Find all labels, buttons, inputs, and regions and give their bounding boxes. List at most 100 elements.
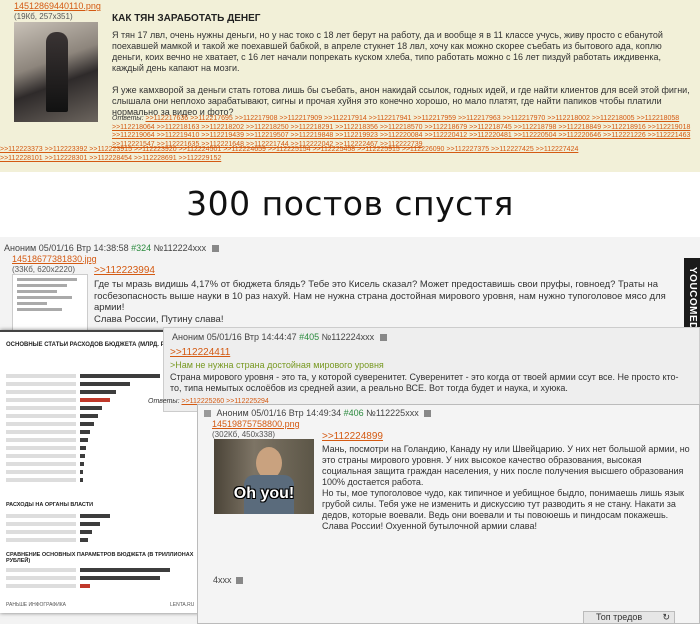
ig-bar xyxy=(80,446,86,450)
ig-row xyxy=(6,514,76,518)
post3-reply-link[interactable]: >>112224411 xyxy=(170,347,230,358)
ig-row xyxy=(6,414,76,418)
post3-menu-icon[interactable] xyxy=(379,334,387,342)
post4-header: Аноним 05/01/16 Втр 14:49:34 #406 №11222… xyxy=(204,408,432,418)
ig-row xyxy=(6,478,76,482)
post2-file-meta: (33Кб, 620x2220) xyxy=(12,265,76,274)
ig-bar xyxy=(80,422,94,426)
post3-quote: >Нам не нужна страна достойная мирового … xyxy=(170,360,384,370)
post2-reply-link[interactable]: >>112223994 xyxy=(94,265,155,276)
post4-text-3: Слава России! Охуенной бутылочной армии … xyxy=(322,521,537,531)
post3-text: Страна мирового уровня - это та, у котор… xyxy=(170,371,679,394)
ig-row xyxy=(6,462,76,466)
ig-row xyxy=(6,382,76,386)
ig-row xyxy=(6,470,76,474)
ig-bar xyxy=(80,576,160,580)
ig-bar xyxy=(80,470,83,474)
post2-number[interactable]: #324 xyxy=(131,243,151,253)
post2-menu-icon[interactable] xyxy=(211,245,219,253)
refresh-icon[interactable]: ↻ xyxy=(662,612,670,623)
op-replies-continued: >>112223373 >>112223392 >>112223915 >>11… xyxy=(0,146,600,163)
op-body-paragraph-2: Я уже камхворой за деньги стать готова л… xyxy=(112,85,690,117)
op-file-link[interactable]: 14512869440110.png xyxy=(14,1,101,11)
ig-bar xyxy=(80,522,100,526)
ig-bar xyxy=(80,478,83,482)
op-post: 14512869440110.png (19Кб, 257x351) КАК Т… xyxy=(0,0,700,172)
ig-bar xyxy=(80,406,102,410)
post4-checkbox[interactable] xyxy=(204,410,211,418)
post4-body: Мань, посмотри на Голандию, Канаду ну ил… xyxy=(322,444,692,532)
op-title: КАК ТЯН ЗАРАБОТАТЬ ДЕНЕГ xyxy=(112,13,261,24)
ig-row xyxy=(6,568,76,572)
top-threads-button[interactable]: Топ тредов ↻ xyxy=(583,611,675,624)
infographic-section-2: РАСХОДЫ НА ОРГАНЫ ВЛАСТИ xyxy=(6,502,94,508)
ig-row xyxy=(6,454,76,458)
post2-file-link[interactable]: 14518677381830.jpg xyxy=(12,254,97,264)
post4-file-link[interactable]: 14519875758800.png xyxy=(212,419,300,429)
hidden-post-fragment: 4xxx xyxy=(213,575,244,585)
post2-id[interactable]: №112224xxx xyxy=(154,243,207,253)
op-replies: Ответы: >>112217636 >>112217695 >>112217… xyxy=(112,115,692,149)
thumb-bar xyxy=(17,308,62,311)
post3-body: >Нам не нужна страна достойная мирового … xyxy=(170,360,690,395)
thumb-bar xyxy=(17,284,67,287)
ig-bar xyxy=(80,514,110,518)
ig-row xyxy=(6,406,76,410)
post3-id[interactable]: №112224xxx xyxy=(322,332,375,342)
op-replies-links-1[interactable]: >>112217636 >>112217695 >>112217908 >>11… xyxy=(112,115,690,148)
post4-menu-icon[interactable] xyxy=(424,410,432,418)
ig-row xyxy=(6,530,76,534)
thumb-bar xyxy=(17,290,57,293)
thumb-bar xyxy=(17,296,72,299)
ig-bar xyxy=(80,398,110,402)
post4-author: Аноним xyxy=(216,408,249,418)
infographic-section-3: СРАВНЕНИЕ ОСНОВНЫХ ПАРАМЕТРОВ БЮДЖЕТА (В… xyxy=(6,552,194,564)
ig-bar xyxy=(80,382,130,386)
post4-thumbnail[interactable]: Oh you! xyxy=(214,439,314,514)
post3-date: 05/01/16 Втр 14:44:47 xyxy=(206,332,297,342)
op-replies-links-2[interactable]: >>112223373 >>112223392 >>112223915 >>11… xyxy=(0,146,578,162)
ig-bar xyxy=(80,430,90,434)
ig-row xyxy=(6,522,76,526)
infographic-title: ОСНОВНЫЕ СТАТЬИ РАСХОДОВ БЮДЖЕТА (МЛРД. … xyxy=(6,342,177,348)
post2-text-2: Слава России, Путину слава! xyxy=(94,313,224,325)
ig-bar xyxy=(80,438,88,442)
op-file-meta: (19Кб, 257x351) xyxy=(14,12,73,21)
ig-bar xyxy=(80,374,160,378)
ig-row xyxy=(6,446,76,450)
post2-thumbnail[interactable] xyxy=(12,274,88,332)
op-replies-label: Ответы: xyxy=(112,115,144,122)
ig-row xyxy=(6,538,76,542)
op-file-info: 14512869440110.png (19Кб, 257x351) xyxy=(14,1,101,22)
thumb-caption: Oh you! xyxy=(233,485,295,502)
infographic-footer-left: РАНЬШЕ ИНФОГРАФИКА xyxy=(6,602,66,608)
ig-row xyxy=(6,390,76,394)
post4-number[interactable]: #406 xyxy=(344,408,364,418)
ig-row xyxy=(6,374,76,378)
post3-number[interactable]: #405 xyxy=(299,332,319,342)
hidden-post-id: 4xxx xyxy=(213,575,232,585)
ig-bar xyxy=(80,462,84,466)
ig-bar xyxy=(80,454,85,458)
ig-bar xyxy=(80,538,88,542)
ig-bar xyxy=(80,568,170,572)
ig-row xyxy=(6,584,76,588)
top-threads-label: Топ тредов xyxy=(596,612,643,622)
thumb-bar xyxy=(17,302,47,305)
ig-bar xyxy=(80,414,98,418)
thumb-bar xyxy=(17,278,77,281)
infographic-footer-right: LENTA.RU xyxy=(170,602,195,608)
op-thumbnail-figure xyxy=(46,32,68,112)
post3-replies-label: Ответы: xyxy=(148,398,180,405)
op-body-paragraph-1: Я тян 17 лвл, очень нужны деньги, но у н… xyxy=(112,30,663,73)
ig-bar xyxy=(80,530,92,534)
post4-text-1: Мань, посмотри на Голандию, Канаду ну ил… xyxy=(322,444,690,487)
post4-reply-link[interactable]: >>112224899 xyxy=(322,431,383,442)
post3-popup[interactable]: Аноним 05/01/16 Втр 14:44:47 #405 №11222… xyxy=(148,327,700,412)
hidden-post-menu-icon[interactable] xyxy=(236,577,244,585)
post2-body: Где ты мразь видишь 4,17% от бюджета бля… xyxy=(94,279,670,325)
op-thumbnail[interactable] xyxy=(14,22,98,122)
post4-popup[interactable]: Аноним 05/01/16 Втр 14:49:34 #406 №11222… xyxy=(197,404,700,624)
post4-id[interactable]: №112225xxx xyxy=(366,408,419,418)
post2-author: Аноним xyxy=(4,243,37,253)
